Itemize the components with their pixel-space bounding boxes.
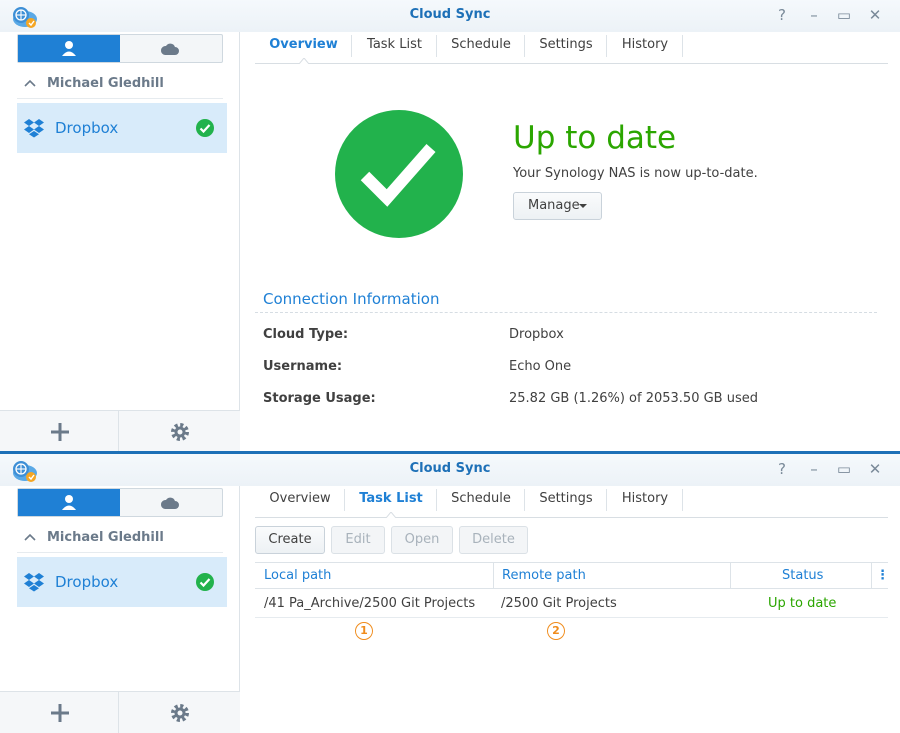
- cloud-sync-window-overview: Cloud Sync ? – ▭ ✕ Michael Gledhill Drop…: [0, 0, 900, 452]
- tab-task-list[interactable]: Task List: [345, 486, 437, 518]
- close-button[interactable]: ✕: [866, 460, 884, 478]
- gear-icon: [171, 423, 189, 441]
- cloud-icon: [160, 43, 179, 55]
- connection-info-title: Connection Information: [263, 290, 440, 308]
- plus-icon: [51, 423, 69, 441]
- add-connection-button[interactable]: [0, 411, 119, 452]
- connection-item-dropbox[interactable]: Dropbox: [17, 557, 227, 607]
- task-table-header: Local path Remote path Status ⋮: [255, 562, 889, 589]
- status-ok-icon: [196, 573, 214, 591]
- user-icon: [62, 41, 76, 56]
- storage-usage-value: 25.82 GB (1.26%) of 2053.50 GB used: [509, 391, 758, 406]
- section-divider: [255, 312, 877, 313]
- table-row[interactable]: /41 Pa_Archive/2500 Git Projects /2500 G…: [255, 590, 888, 618]
- tab-settings[interactable]: Settings: [525, 32, 607, 63]
- connection-name: Dropbox: [55, 119, 119, 137]
- account-owner-name: Michael Gledhill: [47, 530, 164, 545]
- annotation-marker-2: 2: [547, 622, 565, 640]
- title-bar: Cloud Sync ? – ▭ ✕: [0, 454, 900, 486]
- edit-button[interactable]: Edit: [331, 526, 385, 554]
- connection-item-dropbox[interactable]: Dropbox: [17, 103, 227, 153]
- connection-name: Dropbox: [55, 573, 119, 591]
- user-view-button[interactable]: [18, 489, 120, 516]
- account-owner-name: Michael Gledhill: [47, 76, 164, 91]
- user-icon: [62, 495, 76, 510]
- maximize-button[interactable]: ▭: [835, 460, 853, 478]
- gear-icon: [171, 704, 189, 722]
- settings-button[interactable]: [120, 411, 240, 452]
- dropbox-icon: [24, 573, 44, 592]
- storage-usage-label: Storage Usage:: [263, 391, 376, 406]
- dropbox-icon: [24, 119, 44, 138]
- column-local-path[interactable]: Local path: [264, 568, 331, 583]
- cloud-view-button[interactable]: [120, 35, 222, 62]
- help-button[interactable]: ?: [773, 6, 791, 24]
- tab-bar: Overview Task List Schedule Settings His…: [255, 32, 888, 64]
- maximize-button[interactable]: ▭: [835, 6, 853, 24]
- cloud-sync-window-task-list: Cloud Sync ? – ▭ ✕ Michael Gledhill Drop…: [0, 454, 900, 733]
- manage-button[interactable]: Manage: [513, 192, 602, 220]
- chevron-up-icon[interactable]: [23, 530, 37, 544]
- status-ok-icon: [196, 119, 214, 137]
- sidebar-footer: [0, 410, 240, 452]
- account-group-header[interactable]: Michael Gledhill: [17, 528, 223, 553]
- remote-path-cell: /2500 Git Projects: [501, 596, 617, 611]
- cloud-type-label: Cloud Type:: [263, 327, 349, 342]
- caret-down-icon: [579, 204, 587, 208]
- username-label: Username:: [263, 359, 343, 374]
- minimize-button[interactable]: –: [805, 460, 823, 478]
- tab-history[interactable]: History: [607, 32, 683, 63]
- cloud-type-value: Dropbox: [509, 327, 564, 342]
- tab-schedule[interactable]: Schedule: [437, 486, 525, 517]
- tab-history[interactable]: History: [607, 486, 683, 517]
- sidebar-footer: [0, 691, 240, 733]
- view-toggle: [17, 488, 223, 517]
- sidebar: Michael Gledhill Dropbox: [0, 32, 240, 452]
- tab-settings[interactable]: Settings: [525, 486, 607, 517]
- tab-task-list[interactable]: Task List: [352, 32, 437, 63]
- create-button[interactable]: Create: [255, 526, 325, 554]
- column-status[interactable]: Status: [782, 568, 823, 583]
- status-title: Up to date: [513, 120, 677, 156]
- add-connection-button[interactable]: [0, 692, 119, 733]
- cloud-view-button[interactable]: [120, 489, 222, 516]
- account-group-header[interactable]: Michael Gledhill: [17, 74, 223, 99]
- tab-bar: Overview Task List Schedule Settings His…: [255, 486, 888, 518]
- status-cell: Up to date: [768, 596, 837, 611]
- up-to-date-check-icon: [335, 110, 463, 238]
- plus-icon: [51, 704, 69, 722]
- minimize-button[interactable]: –: [805, 6, 823, 24]
- title-bar: Cloud Sync ? – ▭ ✕: [0, 0, 900, 32]
- tab-overview[interactable]: Overview: [255, 32, 352, 64]
- column-menu-icon[interactable]: ⋮: [876, 568, 889, 583]
- help-button[interactable]: ?: [773, 460, 791, 478]
- annotation-marker-1: 1: [355, 622, 373, 640]
- delete-button[interactable]: Delete: [459, 526, 528, 554]
- close-button[interactable]: ✕: [866, 6, 884, 24]
- username-value: Echo One: [509, 359, 572, 374]
- open-button[interactable]: Open: [391, 526, 453, 554]
- local-path-cell: /41 Pa_Archive/2500 Git Projects: [264, 596, 476, 611]
- view-toggle: [17, 34, 223, 63]
- column-remote-path[interactable]: Remote path: [502, 568, 586, 583]
- window-title: Cloud Sync: [409, 461, 491, 476]
- window-title: Cloud Sync: [409, 7, 491, 22]
- chevron-up-icon[interactable]: [23, 76, 37, 90]
- sidebar: Michael Gledhill Dropbox: [0, 486, 240, 733]
- settings-button[interactable]: [120, 692, 240, 733]
- status-subtitle: Your Synology NAS is now up-to-date.: [513, 166, 758, 181]
- tab-overview[interactable]: Overview: [255, 486, 345, 517]
- user-view-button[interactable]: [18, 35, 120, 62]
- cloud-icon: [160, 497, 179, 509]
- tab-schedule[interactable]: Schedule: [437, 32, 525, 63]
